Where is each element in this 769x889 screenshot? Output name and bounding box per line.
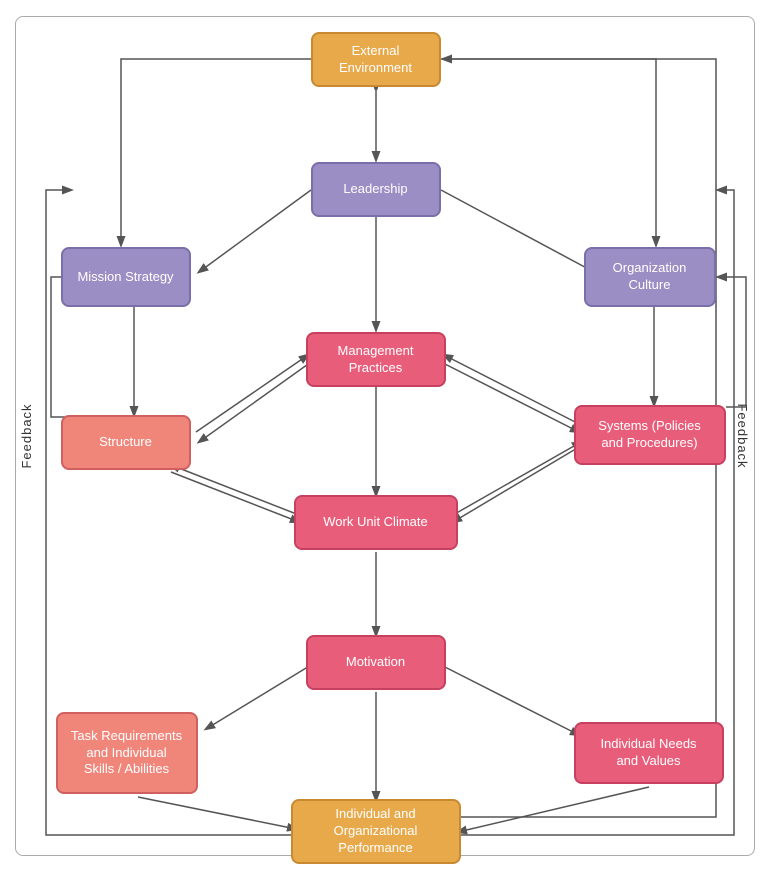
node-individual-needs: Individual Needsand Values	[574, 722, 724, 784]
node-performance: Individual andOrganizationalPerformance	[291, 799, 461, 864]
node-work-unit-climate: Work Unit Climate	[294, 495, 458, 550]
node-systems: Systems (Policiesand Procedures)	[574, 405, 726, 465]
node-leadership: Leadership	[311, 162, 441, 217]
node-management-practices: ManagementPractices	[306, 332, 446, 387]
node-task-requirements: Task Requirementsand IndividualSkills / …	[56, 712, 198, 794]
node-mission-strategy: Mission Strategy	[61, 247, 191, 307]
node-org-culture: OrganizationCulture	[584, 247, 716, 307]
diagram-container: Feedback Feedback	[15, 16, 755, 856]
node-structure: Structure	[61, 415, 191, 470]
node-motivation: Motivation	[306, 635, 446, 690]
node-external-environment: ExternalEnvironment	[311, 32, 441, 87]
